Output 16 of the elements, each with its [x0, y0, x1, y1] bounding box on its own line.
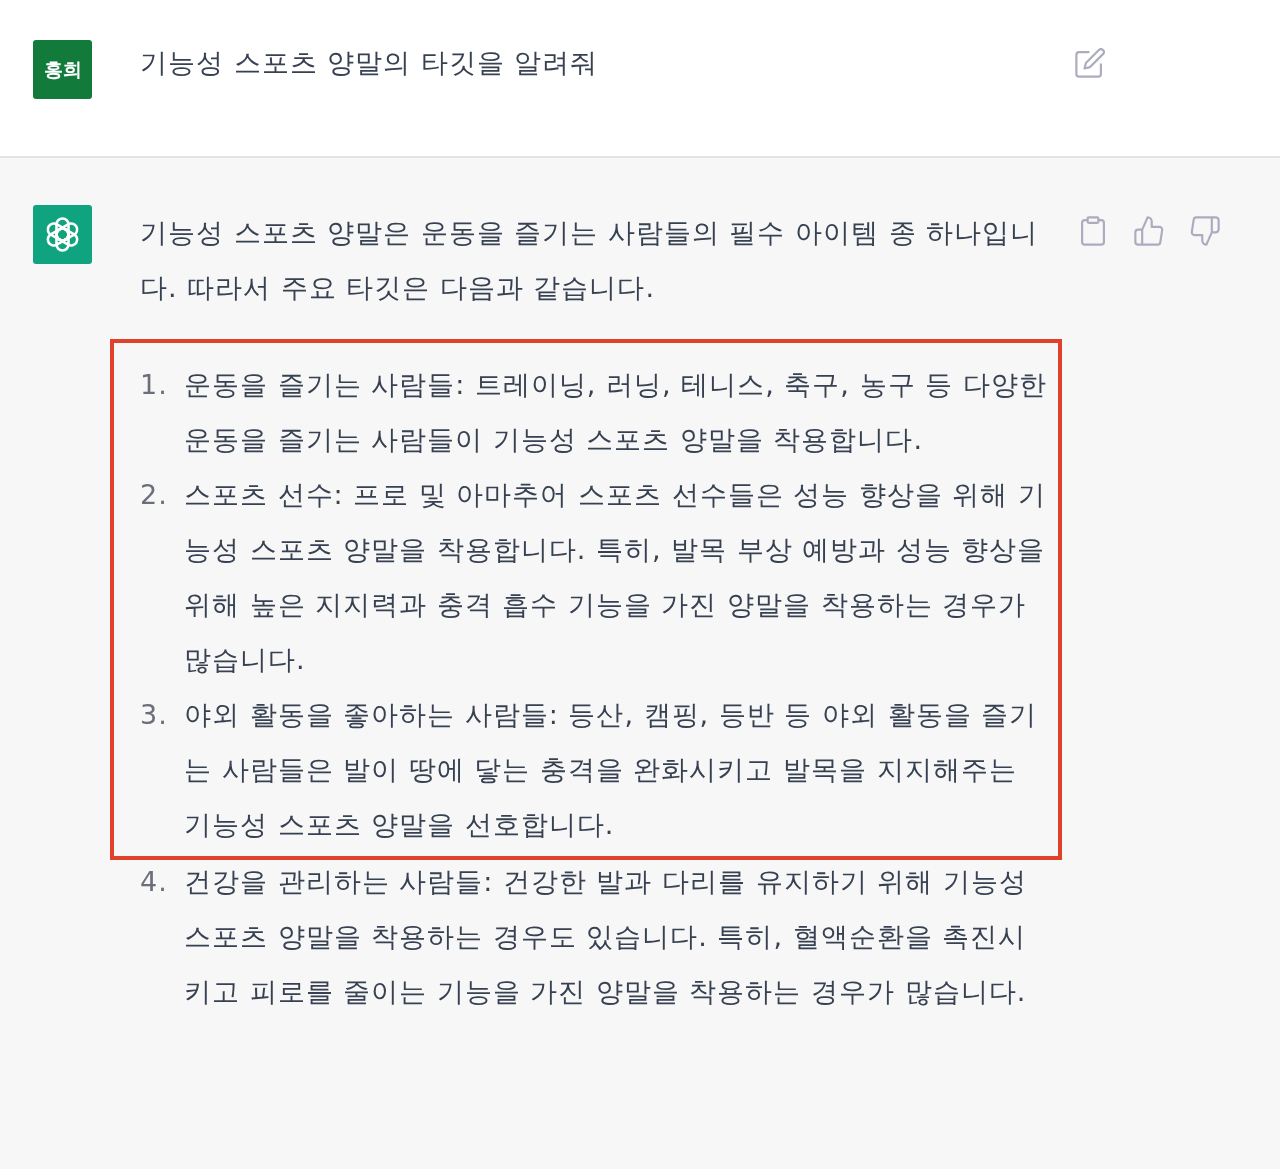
answer-paragraph: 기능성 스포츠 양말은 운동을 즐기는 사람들의 필수 아이템 종 하나입니다. 따라서 주요 타깃은 다음과 같습니다.	[140, 216, 1040, 305]
list-item-text: 스포츠 선수: 프로 및 아마추어 스포츠 선수들은 성능 향상을 위해 기능성 스포츠 양말을 착용합니다. 특히, 발목 부상 예방과 성능 향상을 위해 높은 지지력과 충격 흡수 기능을 가진 양말을 착용하는 경우가 많습니다.	[184, 478, 1047, 677]
list-number: 3.	[140, 698, 169, 732]
knot-logo-icon	[33, 205, 92, 264]
thumbs-up-icon[interactable]	[1134, 216, 1164, 246]
user-message-text: 기능성 스포츠 양말의 타깃을 알려줘	[140, 46, 600, 80]
thumbs-down-icon[interactable]	[1190, 216, 1220, 246]
list-number: 4.	[140, 865, 169, 899]
list-item-text: 운동을 즐기는 사람들: 트레이닝, 러닝, 테니스, 축구, 농구 등 다양한 운동을 즐기는 사람들이 기능성 스포츠 양말을 착용합니다.	[184, 368, 1048, 457]
user-avatar: 홍희	[33, 40, 92, 99]
clipboard-icon[interactable]	[1078, 216, 1108, 246]
edit-icon[interactable]	[1075, 48, 1105, 78]
list-item-text: 야외 활동을 좋아하는 사람들: 등산, 캠핑, 등반 등 야외 활동을 즐기는 사람들은 발이 땅에 닿는 충격을 완화시키고 발목을 지지해주는 기능성 스포츠 양말을 선호합니다.	[184, 698, 1039, 842]
list-number: 2.	[140, 478, 169, 512]
list-item-text: 건강을 관리하는 사람들: 건강한 발과 다리를 유지하기 위해 기능성 스포츠 양말을 착용하는 경우도 있습니다. 특히, 혈액순환을 촉진시키고 피로를 줄이는 기능을 가진 양말을 착용하는 경우가 많습니다.	[184, 865, 1028, 1009]
list-number: 1.	[140, 368, 169, 402]
